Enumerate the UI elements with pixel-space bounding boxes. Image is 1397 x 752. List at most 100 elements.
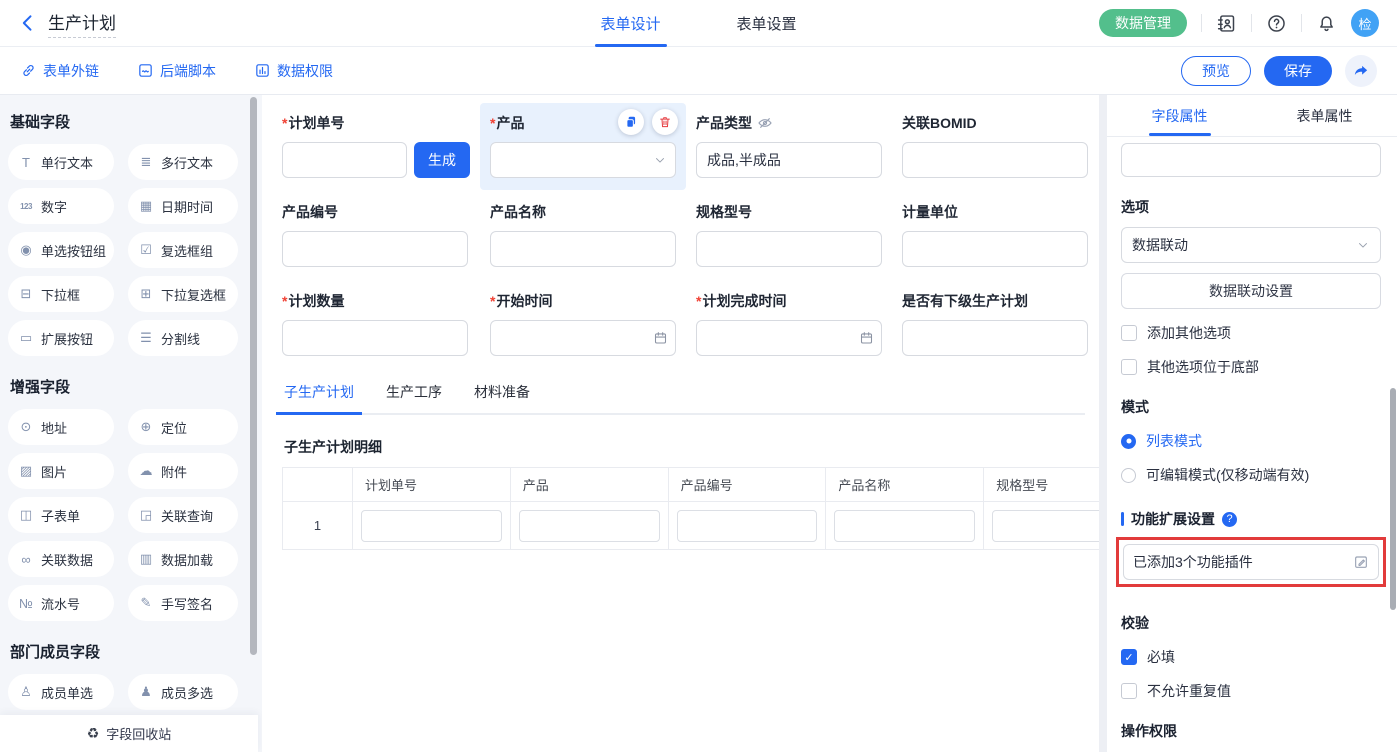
checkbox[interactable] <box>1121 359 1137 375</box>
sidebar-item-location[interactable]: ⊕定位 <box>128 409 238 445</box>
datetime-icon: ▦ <box>138 198 154 214</box>
data-manage-button[interactable]: 数据管理 <box>1099 9 1187 37</box>
field-product-type[interactable]: 产品类型 <box>696 113 882 178</box>
tab-material-preparation[interactable]: 材料准备 <box>472 382 532 413</box>
tab-field-properties[interactable]: 字段属性 <box>1107 95 1252 136</box>
checkbox-no-duplicates[interactable]: 不允许重复值 <box>1121 681 1381 701</box>
sidebar-item-radio-group[interactable]: ◉单选按钮组 <box>8 232 114 268</box>
sidebar-item-serial-number[interactable]: №流水号 <box>8 585 114 621</box>
sidebar-item-subform[interactable]: ◫子表单 <box>8 497 114 533</box>
field-has-sub-plan[interactable]: 是否有下级生产计划 <box>902 291 1088 356</box>
window-scrollbar[interactable] <box>1390 388 1396 610</box>
help-badge-icon[interactable]: ? <box>1222 512 1237 527</box>
sidebar-item-number[interactable]: 123数字 <box>8 188 114 224</box>
sidebar-item-linked-data[interactable]: ∞关联数据 <box>8 541 114 577</box>
plan-finish-time-input[interactable] <box>696 320 882 356</box>
sidebar-item-data-load[interactable]: ▥数据加载 <box>128 541 238 577</box>
field-product-selected[interactable]: *产品 <box>480 103 686 190</box>
start-time-input[interactable] <box>490 320 676 356</box>
field-plan-number[interactable]: *计划单号 生成 <box>282 113 470 178</box>
copy-field-button[interactable] <box>618 109 644 135</box>
save-button[interactable]: 保存 <box>1264 56 1332 86</box>
product-code-input[interactable] <box>282 231 468 267</box>
field-bom-id[interactable]: 关联BOMID <box>902 113 1088 178</box>
data-permission-link[interactable]: 数据权限 <box>254 61 333 81</box>
user-avatar[interactable]: 检 <box>1351 9 1379 37</box>
radio-editable-mode[interactable]: 可编辑模式(仅移动端有效) <box>1121 465 1381 485</box>
tab-production-process[interactable]: 生产工序 <box>384 382 444 413</box>
field-product-name[interactable]: 产品名称 <box>490 202 676 267</box>
checkbox-required[interactable]: ✓ 必填 <box>1121 647 1381 667</box>
sidebar-item-checkbox-group[interactable]: ☑复选框组 <box>128 232 238 268</box>
field-product-code[interactable]: 产品编号 <box>282 202 470 267</box>
calendar-icon[interactable] <box>653 331 668 346</box>
chevron-down-icon <box>1356 238 1370 252</box>
form-external-link[interactable]: 表单外链 <box>20 61 99 81</box>
help-icon[interactable] <box>1266 13 1287 34</box>
calendar-icon[interactable] <box>859 331 874 346</box>
data-linkage-settings-button[interactable]: 数据联动设置 <box>1121 273 1381 309</box>
bom-id-input[interactable] <box>902 142 1088 178</box>
contacts-icon[interactable] <box>1216 13 1237 34</box>
notification-bell-icon[interactable] <box>1316 13 1337 34</box>
tab-form-design[interactable]: 表单设计 <box>600 0 660 47</box>
backend-script-link[interactable]: 后端脚本 <box>137 61 216 81</box>
plugin-summary-field[interactable]: 已添加3个功能插件 <box>1123 544 1379 580</box>
cell-product-code-input[interactable] <box>677 510 818 542</box>
field-spec-model[interactable]: 规格型号 <box>696 202 882 267</box>
checkbox[interactable] <box>1121 683 1137 699</box>
sidebar-item-address[interactable]: ⊙地址 <box>8 409 114 445</box>
cell-product-name-input[interactable] <box>834 510 975 542</box>
divider <box>1251 14 1252 32</box>
tab-form-properties[interactable]: 表单属性 <box>1252 95 1397 136</box>
radio-list-mode[interactable]: 列表模式 <box>1121 431 1381 451</box>
product-type-input[interactable] <box>696 142 882 178</box>
spec-model-input[interactable] <box>696 231 882 267</box>
has-sub-plan-input[interactable] <box>902 320 1088 356</box>
sidebar-item-datetime[interactable]: ▦日期时间 <box>128 188 238 224</box>
sidebar-item-select[interactable]: ⊟下拉框 <box>8 276 114 312</box>
generate-button[interactable]: 生成 <box>414 142 470 178</box>
delete-field-button[interactable] <box>652 109 678 135</box>
field-unit[interactable]: 计量单位 <box>902 202 1088 267</box>
sidebar-item-multi-select[interactable]: ⊞下拉复选框 <box>128 276 238 312</box>
sidebar-item-linked-query[interactable]: ◲关联查询 <box>128 497 238 533</box>
field-plan-quantity[interactable]: *计划数量 <box>282 291 470 356</box>
sidebar-scrollbar[interactable] <box>250 97 257 655</box>
share-button[interactable] <box>1345 55 1377 87</box>
field-start-time[interactable]: *开始时间 <box>490 291 676 356</box>
sidebar-item-member-single[interactable]: ♙成员单选 <box>8 674 114 710</box>
tab-form-settings[interactable]: 表单设置 <box>737 0 797 47</box>
sidebar-item-attachment[interactable]: ☁附件 <box>128 453 238 489</box>
checkbox-checked[interactable]: ✓ <box>1121 649 1137 665</box>
plan-quantity-input[interactable] <box>282 320 468 356</box>
product-select[interactable] <box>490 142 676 178</box>
field-title-input[interactable] <box>1121 143 1381 177</box>
cell-spec-model-input[interactable] <box>992 510 1099 542</box>
sidebar-item-divider-line[interactable]: ☰分割线 <box>128 320 238 356</box>
back-icon[interactable] <box>18 13 38 33</box>
radio[interactable] <box>1121 468 1136 483</box>
sidebar-item-multi-line-text[interactable]: ≣多行文本 <box>128 144 238 180</box>
sidebar-item-image[interactable]: ▨图片 <box>8 453 114 489</box>
unit-input[interactable] <box>902 231 1088 267</box>
sidebar-item-member-multi[interactable]: ♟成员多选 <box>128 674 238 710</box>
option-source-select[interactable]: 数据联动 <box>1121 227 1381 263</box>
sidebar-item-single-line-text[interactable]: T单行文本 <box>8 144 114 180</box>
chevron-down-icon <box>653 153 667 167</box>
preview-button[interactable]: 预览 <box>1181 56 1251 86</box>
field-plan-finish-time[interactable]: *计划完成时间 <box>696 291 882 356</box>
cell-product-input[interactable] <box>519 510 660 542</box>
plan-number-input[interactable] <box>282 142 407 178</box>
sidebar-item-signature[interactable]: ✎手写签名 <box>128 585 238 621</box>
tab-sub-production-plan[interactable]: 子生产计划 <box>282 382 356 413</box>
radio-selected[interactable] <box>1121 434 1136 449</box>
checkbox[interactable] <box>1121 325 1137 341</box>
checkbox-add-other-option[interactable]: 添加其他选项 <box>1121 323 1381 343</box>
product-name-input[interactable] <box>490 231 676 267</box>
sidebar-item-extend-button[interactable]: ▭扩展按钮 <box>8 320 114 356</box>
edit-icon[interactable] <box>1353 554 1369 570</box>
field-recycle-bin[interactable]: ♻ 字段回收站 <box>0 715 258 752</box>
checkbox-other-option-bottom[interactable]: 其他选项位于底部 <box>1121 357 1381 377</box>
cell-plan-number-input[interactable] <box>361 510 502 542</box>
